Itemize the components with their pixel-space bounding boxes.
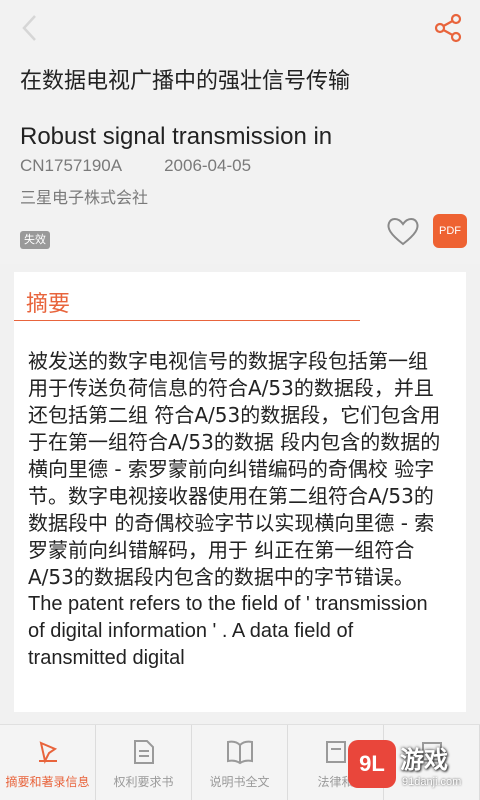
abstract-text-cn: 被发送的数字电视信号的数据字段包括第一组 用于传送负荷信息的符合A/53的数据段… [28, 349, 441, 589]
patent-header: 在数据电视广播中的强壮信号传输 Robust signal transmissi… [0, 56, 480, 264]
top-bar [0, 0, 480, 56]
tab-description[interactable]: 说明书全文 [192, 725, 288, 800]
status-badge: 失效 [20, 231, 50, 249]
watermark-logo: 9L [348, 740, 396, 788]
patent-title-en: Robust signal transmission in [20, 123, 333, 150]
section-divider [14, 320, 360, 321]
document-icon [133, 737, 155, 767]
tab-label: 权利要求书 [113, 775, 174, 789]
tab-abstract[interactable]: 摘要和著录信息 [0, 725, 96, 800]
tab-label: 摘要和著录信息 [5, 775, 90, 789]
abstract-text: 被发送的数字电视信号的数据字段包括第一组 用于传送负荷信息的符合A/53的数据段… [28, 348, 448, 672]
patent-title-cn: 在数据电视广播中的强壮信号传输 [20, 69, 351, 94]
share-icon [434, 13, 462, 43]
pdf-button[interactable]: PDF [433, 214, 467, 248]
tag-icon [35, 737, 61, 767]
patent-applicant: 三星电子株式会社 [20, 188, 149, 207]
patent-number: CN1757190A [20, 156, 123, 175]
section-title: 摘要 [26, 292, 71, 317]
watermark-url: 91danji.com [402, 776, 462, 788]
share-button[interactable] [428, 8, 468, 48]
watermark: 9L 游戏 91danji.com [340, 728, 480, 800]
chevron-left-icon [22, 15, 36, 41]
patent-meta: CN1757190A 2006-04-05 [20, 156, 251, 176]
favorite-button[interactable] [384, 214, 422, 248]
heart-icon [387, 218, 419, 246]
abstract-card: 摘要 被发送的数字电视信号的数据字段包括第一组 用于传送负荷信息的符合A/53的… [14, 272, 466, 712]
abstract-text-en: The patent refers to the field of ' tran… [28, 593, 428, 669]
tab-claims[interactable]: 权利要求书 [96, 725, 192, 800]
watermark-name: 游戏 [400, 746, 448, 774]
tab-label: 说明书全文 [209, 775, 270, 789]
book-icon [226, 737, 254, 767]
back-button[interactable] [12, 8, 48, 48]
patent-date: 2006-04-05 [164, 156, 252, 175]
